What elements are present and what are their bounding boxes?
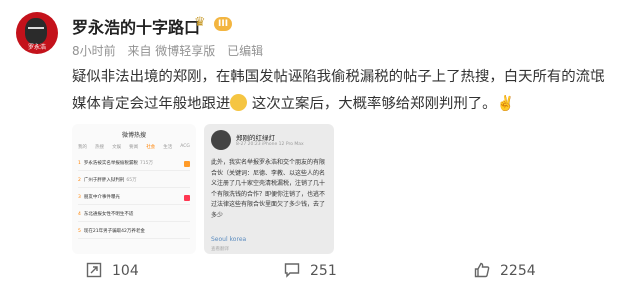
new-tag-icon	[184, 195, 190, 201]
post-source: 来自 微博轻享版	[127, 44, 216, 58]
hot-search-text: 罗永浩被实名举报偷税漏税	[83, 161, 138, 166]
hot-search-heat: 715万	[139, 161, 153, 166]
zheng-avatar	[211, 130, 231, 150]
hot-search-row: 2 广州于胖胖入狱判刑 65万	[78, 175, 190, 188]
hot-search-tabs: 我的 热搜 文娱 要闻 社会 生活 ACG	[78, 144, 190, 150]
level-badge: III	[214, 17, 233, 31]
share-count: 104	[112, 263, 139, 279]
zheng-translate: 查看翻译	[211, 247, 229, 252]
hot-search-rank: 1	[78, 161, 81, 166]
post-meta: 8小时前 来自 微博轻享版 已编辑	[72, 42, 271, 59]
image-zheng-post[interactable]: 郑刚的红绿灯 8-27 20:23 iPhone 12 Pro Max 此外，我…	[204, 124, 334, 254]
hot-search-text: 东北通报女性不明生不适	[83, 212, 134, 217]
image-hot-search[interactable]: 微博热搜 我的 热搜 文娱 要闻 社会 生活 ACG 1 罗永浩被实名举报偷税漏税 715万 2 广…	[72, 124, 196, 254]
action-bar: 104 251 2254	[0, 256, 624, 292]
hot-search-tab: 文娱	[112, 145, 122, 150]
post-text: 疑似非法出境的郑刚，在韩国发帖诬陷我偷税漏税的帖子上了热搜，白天所有的流氓媒体肯…	[72, 64, 612, 118]
hot-search-rank: 5	[78, 229, 81, 234]
hot-search-tab: 要闻	[129, 145, 139, 150]
hot-tag-icon	[184, 161, 190, 167]
hot-search-tab: ACG	[180, 144, 190, 149]
share-button[interactable]: 104	[86, 262, 139, 279]
comment-icon	[284, 263, 300, 278]
hot-search-tab: 生活	[163, 145, 173, 150]
like-button[interactable]: 2254	[474, 262, 536, 279]
hot-search-row: 1 罗永浩被实名举报偷税漏税 715万	[78, 158, 190, 171]
like-count: 2254	[500, 263, 536, 279]
author-name[interactable]: 罗永浩的十字路口	[72, 14, 200, 38]
zheng-sub: 8-27 20:23 iPhone 12 Pro Max	[236, 142, 304, 147]
hot-search-tab: 我的	[78, 145, 87, 150]
smile-emoji-icon	[230, 94, 248, 111]
share-icon	[86, 262, 102, 278]
hot-search-title: 微博热搜	[121, 132, 146, 139]
like-icon	[474, 262, 490, 278]
comment-button[interactable]: 251	[284, 262, 337, 279]
crown-icon: ♛	[194, 15, 206, 30]
edited-label: 已编辑	[227, 44, 264, 58]
post-time[interactable]: 8小时前	[72, 44, 116, 58]
hot-search-text: 广州于胖胖入狱判刑	[83, 178, 125, 183]
hot-search-heat: 65万	[126, 178, 137, 183]
hot-search-tab: 社会	[146, 145, 156, 150]
hot-search-row: 5 现在21年男子骗取42万养老金	[78, 226, 190, 239]
post-text-part2: 这次立案后，大概率够给郑刚判刑了。✌️	[247, 96, 515, 112]
avatar[interactable]: 罗永浩	[16, 12, 58, 54]
comment-count: 251	[310, 263, 337, 279]
zheng-name: 郑刚的红绿灯	[236, 134, 275, 142]
hot-search-row: 4 东北通报女性不明生不适	[78, 209, 190, 222]
hot-search-rank: 2	[78, 178, 81, 183]
hot-search-rank: 3	[78, 195, 81, 200]
hot-search-tab: 热搜	[95, 145, 105, 150]
hot-search-text: 现在21年男子骗取42万养老金	[83, 229, 145, 234]
zheng-body: 此外，我实名举报罗永浩和交个朋友的有限合伙（关键词：尼德、李教、以这些人的名义注…	[211, 159, 326, 219]
hot-search-text: 朋友中介事件曝光	[83, 195, 120, 200]
avatar-glasses	[28, 27, 44, 33]
hot-search-row: 3 朋友中介事件曝光	[78, 192, 190, 205]
hot-search-rank: 4	[78, 212, 81, 217]
zheng-location: Seoul korea	[211, 236, 247, 243]
avatar-caption: 罗永浩	[27, 44, 46, 51]
